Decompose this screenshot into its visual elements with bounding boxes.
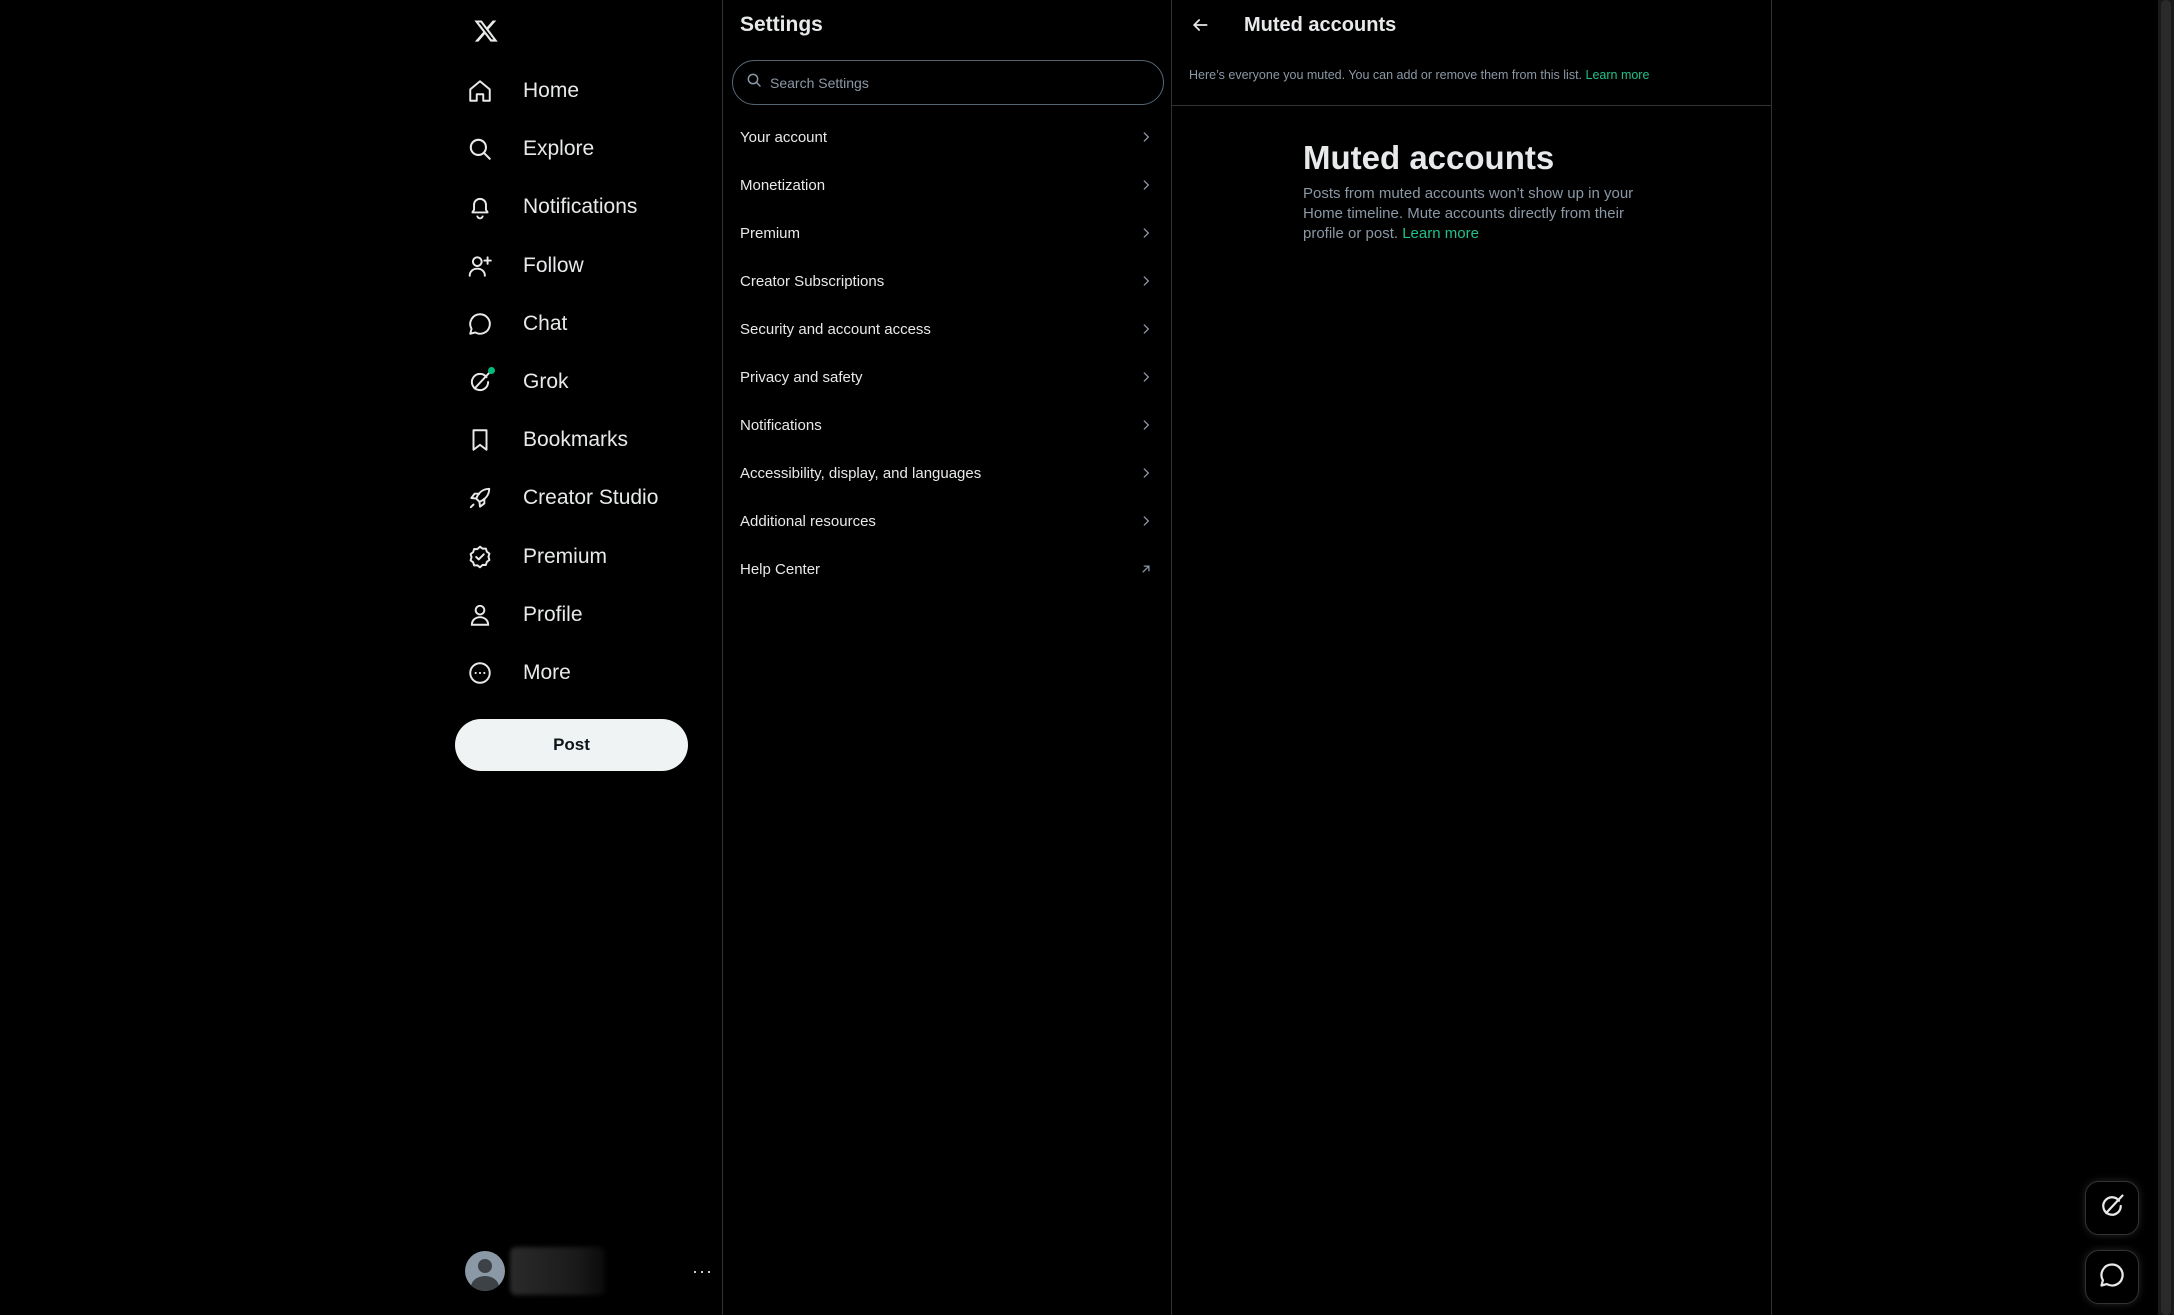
nav-item-more[interactable]: More: [455, 644, 723, 702]
settings-item-your-account[interactable]: Your account: [723, 113, 1171, 161]
empty-state: Muted accounts Posts from muted accounts…: [1303, 138, 1653, 244]
settings-item-creator-subscriptions[interactable]: Creator Subscriptions: [723, 257, 1171, 305]
bookmark-icon: [465, 425, 495, 455]
chevron-right-icon: [1138, 369, 1154, 385]
settings-item-label: Premium: [740, 224, 801, 242]
person-icon: [465, 600, 495, 630]
nav-item-follow[interactable]: Follow: [455, 237, 723, 295]
rocket-icon: [465, 483, 495, 513]
page-title: Muted accounts: [1244, 14, 1397, 36]
account-name-redacted: [510, 1247, 605, 1295]
bell-icon: [465, 192, 495, 222]
settings-item-accessibility[interactable]: Accessibility, display, and languages: [723, 449, 1171, 497]
nav-item-grok[interactable]: Grok: [455, 353, 723, 411]
settings-list: Your account Monetization Premium Creato…: [723, 113, 1171, 593]
home-icon: [465, 76, 495, 106]
settings-item-label: Notifications: [740, 416, 822, 434]
search-icon: [465, 134, 495, 164]
nav-label-explore: Explore: [523, 137, 595, 161]
chevron-right-icon: [1138, 273, 1154, 289]
detail-header: Muted accounts Here’s everyone you muted…: [1172, 0, 1771, 106]
nav-item-creator-studio[interactable]: Creator Studio: [455, 469, 723, 527]
empty-state-title: Muted accounts: [1303, 139, 1555, 176]
grok-icon: [465, 367, 495, 397]
search-settings-input[interactable]: [768, 73, 1148, 92]
settings-item-monetization[interactable]: Monetization: [723, 161, 1171, 209]
settings-item-security[interactable]: Security and account access: [723, 305, 1171, 353]
chevron-right-icon: [1138, 321, 1154, 337]
settings-item-notifications[interactable]: Notifications: [723, 401, 1171, 449]
chevron-right-icon: [1138, 513, 1154, 529]
account-more-icon: ···: [692, 1260, 713, 1281]
page-scrollbar[interactable]: [2158, 0, 2174, 1315]
nav-label-chat: Chat: [523, 311, 568, 335]
app-root: Home Explore Notifications Follow Chat G…: [0, 0, 2174, 1315]
primary-navigation: Home Explore Notifications Follow Chat G…: [455, 0, 723, 1315]
nav-item-notifications[interactable]: Notifications: [455, 178, 723, 236]
external-link-icon: [1138, 561, 1154, 577]
settings-item-label: Creator Subscriptions: [740, 272, 885, 290]
nav-item-explore[interactable]: Explore: [455, 120, 723, 178]
nav-item-home[interactable]: Home: [455, 62, 723, 120]
arrow-left-icon: [1190, 15, 1210, 40]
settings-item-label: Accessibility, display, and languages: [740, 464, 982, 482]
chevron-right-icon: [1138, 225, 1154, 241]
settings-title: Settings: [740, 13, 823, 36]
chevron-right-icon: [1138, 465, 1154, 481]
settings-item-additional-resources[interactable]: Additional resources: [723, 497, 1171, 545]
search-icon: [746, 72, 762, 93]
settings-item-label: Help Center: [740, 560, 821, 578]
settings-item-label: Security and account access: [740, 320, 931, 338]
search-settings-box[interactable]: [732, 60, 1164, 105]
learn-more-link[interactable]: Learn more: [1586, 68, 1650, 82]
nav-label-home: Home: [523, 79, 580, 103]
nav-label-grok: Grok: [523, 370, 569, 394]
settings-item-label: Your account: [740, 128, 828, 146]
grok-notification-dot: [488, 367, 495, 375]
settings-item-label: Additional resources: [740, 512, 876, 530]
settings-item-label: Monetization: [740, 176, 826, 194]
x-logo-icon[interactable]: [465, 10, 507, 52]
scrollbar-thumb[interactable]: [2161, 0, 2171, 1315]
page-description: Here’s everyone you muted. You can add o…: [1189, 68, 1649, 82]
muted-accounts-panel: Muted accounts Here’s everyone you muted…: [1172, 0, 1772, 1315]
settings-column: Settings Your account Monetization Premi…: [722, 0, 1172, 1315]
verified-badge-icon: [465, 542, 495, 572]
post-button[interactable]: Post: [455, 719, 688, 771]
nav-label-notifications: Notifications: [523, 195, 638, 219]
settings-item-help-center[interactable]: Help Center: [723, 545, 1171, 593]
avatar: [465, 1251, 505, 1291]
chevron-right-icon: [1138, 129, 1154, 145]
account-switcher[interactable]: ···: [465, 1245, 715, 1297]
grok-floating-button[interactable]: [2085, 1181, 2139, 1235]
back-button[interactable]: [1183, 10, 1217, 44]
settings-item-premium[interactable]: Premium: [723, 209, 1171, 257]
chat-bubble-icon: [2098, 1261, 2126, 1294]
more-circle-icon: [465, 658, 495, 688]
description-text: Here’s everyone you muted. You can add o…: [1189, 68, 1586, 82]
nav-label-profile: Profile: [523, 602, 583, 626]
nav-list: Home Explore Notifications Follow Chat G…: [455, 62, 723, 702]
person-add-icon: [465, 251, 495, 281]
chevron-right-icon: [1138, 417, 1154, 433]
nav-label-bookmarks: Bookmarks: [523, 428, 629, 452]
nav-item-premium[interactable]: Premium: [455, 528, 723, 586]
nav-item-profile[interactable]: Profile: [455, 586, 723, 644]
nav-item-chat[interactable]: Chat: [455, 295, 723, 353]
nav-label-creator-studio: Creator Studio: [523, 486, 659, 510]
empty-state-body: Posts from muted accounts won’t show up …: [1303, 184, 1653, 244]
nav-label-premium: Premium: [523, 544, 608, 568]
chat-bubble-icon: [465, 309, 495, 339]
settings-item-label: Privacy and safety: [740, 368, 863, 386]
nav-label-follow: Follow: [523, 253, 584, 277]
empty-state-learn-more-link[interactable]: Learn more: [1402, 225, 1479, 242]
chevron-right-icon: [1138, 177, 1154, 193]
chat-floating-button[interactable]: [2085, 1250, 2139, 1304]
grok-icon: [2098, 1192, 2126, 1225]
nav-label-more: More: [523, 660, 571, 684]
settings-item-privacy[interactable]: Privacy and safety: [723, 353, 1171, 401]
nav-item-bookmarks[interactable]: Bookmarks: [455, 411, 723, 469]
